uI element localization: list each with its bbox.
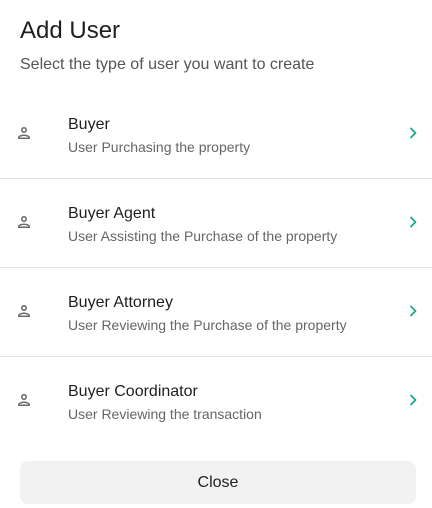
- person-icon: [18, 127, 30, 139]
- person-icon: [18, 216, 30, 228]
- user-type-name: Buyer Attorney: [68, 294, 173, 311]
- chevron-right-icon: [410, 216, 417, 228]
- chevron-right-icon: [410, 127, 417, 139]
- user-type-description: User Purchasing the property: [68, 139, 251, 155]
- user-type-name: Buyer: [68, 116, 110, 133]
- person-icon: [18, 394, 30, 406]
- user-type-description: User Assisting the Purchase of the prope…: [68, 228, 338, 244]
- user-type-description: User Reviewing the Purchase of the prope…: [68, 317, 347, 333]
- user-type-option-buyer-attorney[interactable]: Buyer Attorney User Reviewing the Purcha…: [0, 268, 432, 357]
- user-type-list: Buyer User Purchasing the property Buyer…: [0, 90, 432, 446]
- chevron-right-icon: [410, 305, 417, 317]
- user-type-option-buyer-coordinator[interactable]: Buyer Coordinator User Reviewing the tra…: [0, 357, 432, 446]
- user-type-description: User Reviewing the transaction: [68, 406, 262, 422]
- user-type-name: Buyer Agent: [68, 205, 156, 222]
- user-type-option-buyer-agent[interactable]: Buyer Agent User Assisting the Purchase …: [0, 179, 432, 268]
- dialog-subtitle: Select the type of user you want to crea…: [20, 56, 315, 73]
- user-type-option-buyer[interactable]: Buyer User Purchasing the property: [0, 90, 432, 179]
- chevron-right-icon: [410, 394, 417, 406]
- close-button[interactable]: Close: [20, 461, 416, 504]
- user-type-name: Buyer Coordinator: [68, 383, 198, 400]
- dialog-header: Add User Select the type of user you wan…: [20, 16, 412, 75]
- person-icon: [18, 305, 30, 317]
- dialog-title: Add User: [20, 17, 121, 44]
